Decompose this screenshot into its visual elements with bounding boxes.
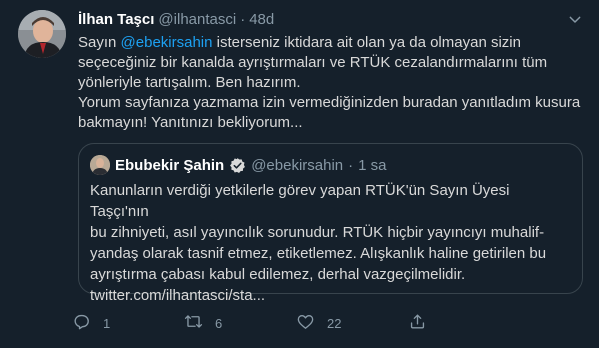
retweet-count: 6 bbox=[215, 315, 223, 331]
retweet-button[interactable]: 6 bbox=[184, 308, 222, 338]
quoted-link[interactable]: twitter.com/ilhantasci/sta... bbox=[90, 285, 560, 306]
tweet-time[interactable]: 48d bbox=[249, 11, 274, 28]
like-count: 22 bbox=[327, 315, 342, 331]
tweet-line-2: seçeceğiniz bir kanalda ayrıştırmaları v… bbox=[78, 54, 548, 71]
retweet-icon bbox=[184, 312, 203, 334]
tweet-header: İlhan Taşcı @ilhantasci · 48d bbox=[78, 9, 274, 29]
tweet[interactable]: İlhan Taşcı @ilhantasci · 48d Sayın @ebe… bbox=[0, 0, 599, 348]
quoted-author-name[interactable]: Ebubekir Şahin bbox=[115, 157, 224, 174]
quoted-author-avatar[interactable] bbox=[90, 155, 110, 175]
meta-separator: · bbox=[240, 10, 246, 28]
reply-count: 1 bbox=[103, 315, 111, 331]
tweet-line-1: Sayın @ebekirsahin isterseniz iktidara a… bbox=[78, 33, 583, 53]
quoted-meta-separator: · bbox=[348, 156, 354, 174]
tweet-line-4: Yorum sayfanıza yazmama izin vermediğini… bbox=[78, 94, 581, 111]
quoted-author-handle[interactable]: @ebekirsahin bbox=[251, 157, 343, 174]
quoted-line: Kanunların verdiği yetkilerle görev yapa… bbox=[90, 182, 510, 220]
quoted-line: bu zihniyeti, asıl yayıncılık sorunudur.… bbox=[90, 224, 545, 241]
chevron-down-icon[interactable] bbox=[567, 12, 583, 28]
share-button[interactable] bbox=[408, 308, 439, 338]
like-button[interactable]: 22 bbox=[296, 308, 341, 338]
quoted-line: yandaş olarak tasnif etmez, etiketlemez.… bbox=[90, 245, 547, 262]
share-icon bbox=[408, 312, 427, 334]
heart-icon bbox=[296, 312, 315, 334]
tweet-line-3: yönleriyle tartışalım. Ben hazırım. bbox=[78, 74, 301, 91]
action-bar: 1 6 22 bbox=[72, 308, 512, 338]
reply-button[interactable]: 1 bbox=[72, 308, 110, 338]
mention-link[interactable]: @ebekirsahin bbox=[121, 34, 213, 51]
quoted-tweet-text: Kanunların verdiği yetkilerle görev yapa… bbox=[90, 180, 560, 306]
verified-badge-icon bbox=[229, 157, 246, 174]
quoted-tweet[interactable]: Ebubekir Şahin @ebekirsahin · 1 sa Kanun… bbox=[78, 143, 583, 304]
tweet-prefix: Sayın bbox=[78, 34, 121, 51]
tweet-text: Sayın @ebekirsahin isterseniz iktidara a… bbox=[78, 33, 583, 133]
tweet-line-5: bakmayın! Yanıtınızı bekliyorum... bbox=[78, 114, 303, 131]
quoted-tweet-header: Ebubekir Şahin @ebekirsahin · 1 sa bbox=[90, 155, 387, 175]
author-handle[interactable]: @ilhantasci bbox=[158, 11, 236, 28]
quoted-tweet-time[interactable]: 1 sa bbox=[358, 157, 386, 174]
quoted-line: ayrıştırma çabası kabul edilemez, derhal… bbox=[90, 266, 466, 283]
author-avatar[interactable] bbox=[18, 10, 66, 58]
reply-icon bbox=[72, 312, 91, 334]
author-name[interactable]: İlhan Taşcı bbox=[78, 11, 154, 28]
tweet-line-1-rest: isterseniz iktidara ait olan ya da olmay… bbox=[212, 34, 521, 51]
